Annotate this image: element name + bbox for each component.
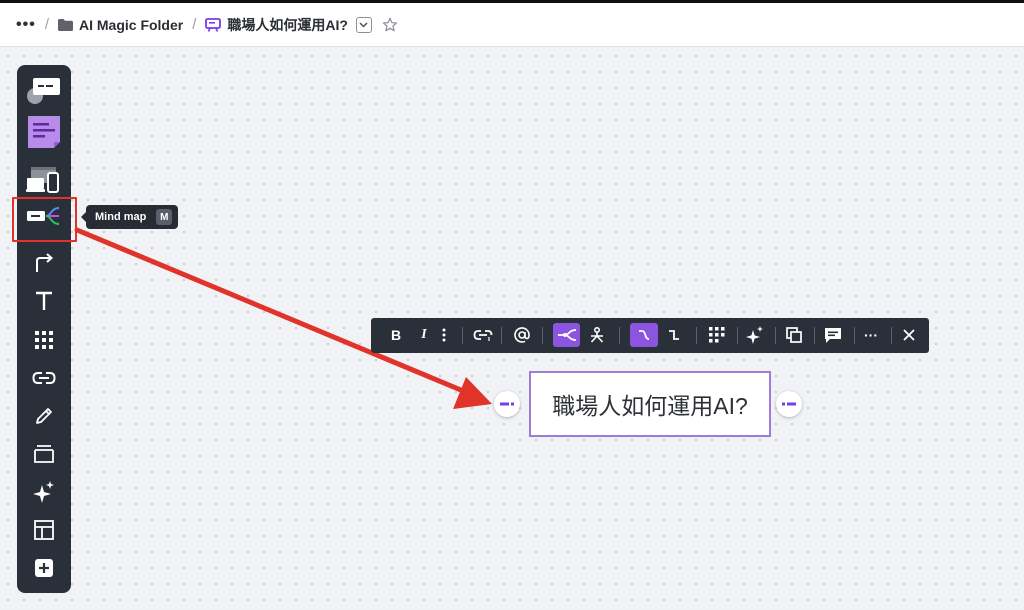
templates-icon bbox=[27, 78, 60, 104]
duplicate-icon bbox=[786, 327, 802, 343]
tool-add[interactable] bbox=[24, 551, 64, 585]
comment-icon bbox=[825, 327, 841, 343]
top-header: ••• / AI Magic Folder / 職場人如何運用AI? bbox=[0, 3, 1024, 47]
text-icon bbox=[36, 291, 52, 310]
tool-templates[interactable] bbox=[24, 73, 64, 107]
tool-layout[interactable] bbox=[24, 513, 64, 547]
add-left-branch-handle[interactable] bbox=[494, 391, 520, 417]
add-right-branch-handle[interactable] bbox=[776, 391, 802, 417]
chevron-down-icon bbox=[359, 21, 368, 28]
sticky-note-icon bbox=[28, 116, 60, 148]
board-menu-dropdown[interactable] bbox=[355, 16, 372, 33]
board-title[interactable]: 職場人如何運用AI? bbox=[227, 15, 348, 35]
toolbar-divider bbox=[462, 327, 463, 344]
vertical-dots-icon bbox=[442, 328, 446, 342]
creation-toolbar bbox=[17, 65, 71, 593]
mind-map-tree-layout-button[interactable] bbox=[585, 323, 609, 347]
toolbar-divider bbox=[501, 327, 502, 344]
link-icon bbox=[473, 330, 493, 341]
tool-text[interactable] bbox=[24, 284, 64, 318]
tooltip-label: Mind map bbox=[95, 211, 147, 223]
close-button[interactable] bbox=[897, 323, 921, 347]
close-icon bbox=[903, 329, 915, 341]
branch-layout-icon bbox=[557, 329, 576, 341]
duplicate-button[interactable] bbox=[782, 323, 806, 347]
ai-sparkle-icon bbox=[33, 481, 54, 503]
tool-pen[interactable] bbox=[24, 399, 64, 433]
node-text[interactable]: 職場人如何運用AI? bbox=[552, 387, 748, 421]
mention-button[interactable] bbox=[510, 323, 534, 347]
link-button[interactable] bbox=[471, 323, 495, 347]
tool-apps[interactable] bbox=[24, 323, 64, 357]
toolbar-divider bbox=[696, 327, 697, 344]
wireframe-devices-icon bbox=[26, 167, 59, 193]
toolbar-divider bbox=[814, 327, 815, 344]
frame-icon bbox=[34, 445, 54, 463]
elbow-line-icon bbox=[669, 330, 679, 340]
comment-button[interactable] bbox=[821, 323, 845, 347]
connection-line-icon bbox=[36, 253, 54, 272]
breadcrumb-folder[interactable]: AI Magic Folder bbox=[57, 16, 184, 33]
curved-branch-button[interactable] bbox=[630, 323, 658, 347]
pen-icon bbox=[36, 408, 52, 424]
toolbar-divider bbox=[619, 327, 620, 344]
at-sign-icon bbox=[514, 327, 530, 343]
breadcrumb-separator: / bbox=[44, 16, 49, 33]
star-icon[interactable] bbox=[382, 17, 398, 33]
add-icon bbox=[35, 559, 53, 577]
board-icon bbox=[205, 17, 222, 32]
toolbar-divider bbox=[891, 327, 892, 344]
toolbar-divider bbox=[737, 327, 738, 344]
curved-line-icon bbox=[639, 330, 650, 340]
ai-assist-button[interactable] bbox=[743, 323, 767, 347]
mind-map-tooltip: Mind map M bbox=[80, 205, 179, 229]
italic-button[interactable]: I bbox=[412, 323, 436, 347]
toolbar-divider bbox=[542, 327, 543, 344]
grid-apps-icon bbox=[35, 331, 53, 349]
elbow-branch-button[interactable] bbox=[662, 323, 686, 347]
branch-add-icon bbox=[500, 402, 514, 406]
toolbar-divider bbox=[775, 327, 776, 344]
tool-link[interactable] bbox=[24, 361, 64, 395]
toolbar-divider bbox=[854, 327, 855, 344]
bold-button[interactable]: B bbox=[384, 323, 408, 347]
tool-ai-sparkle[interactable] bbox=[24, 475, 64, 509]
tool-sticky-note[interactable] bbox=[24, 115, 64, 149]
breadcrumb-separator: / bbox=[192, 16, 197, 33]
mind-map-branch-layout-button[interactable] bbox=[553, 323, 580, 347]
ai-sparkle-icon bbox=[746, 326, 763, 344]
mind-map-root-node[interactable]: 職場人如何運用AI? bbox=[529, 371, 771, 437]
tree-layout-icon bbox=[590, 327, 604, 343]
link-icon bbox=[32, 372, 56, 384]
tooltip-shortcut-key: M bbox=[156, 209, 173, 225]
text-more-button[interactable] bbox=[437, 323, 451, 347]
grid-apps-icon bbox=[709, 327, 725, 343]
apps-button[interactable] bbox=[705, 323, 729, 347]
more-options-button[interactable]: ··· bbox=[859, 323, 883, 347]
context-toolbar: B I ··· bbox=[371, 318, 929, 353]
tool-frame[interactable] bbox=[24, 437, 64, 471]
mind-map-annotation-box bbox=[12, 197, 77, 242]
breadcrumb-more-button[interactable]: ••• bbox=[16, 16, 36, 34]
folder-label: AI Magic Folder bbox=[78, 16, 184, 33]
layout-icon bbox=[34, 520, 54, 540]
tool-wireframe[interactable] bbox=[24, 162, 64, 196]
tool-connection-line[interactable] bbox=[24, 246, 64, 280]
folder-icon bbox=[57, 18, 73, 31]
branch-add-icon bbox=[782, 402, 796, 406]
